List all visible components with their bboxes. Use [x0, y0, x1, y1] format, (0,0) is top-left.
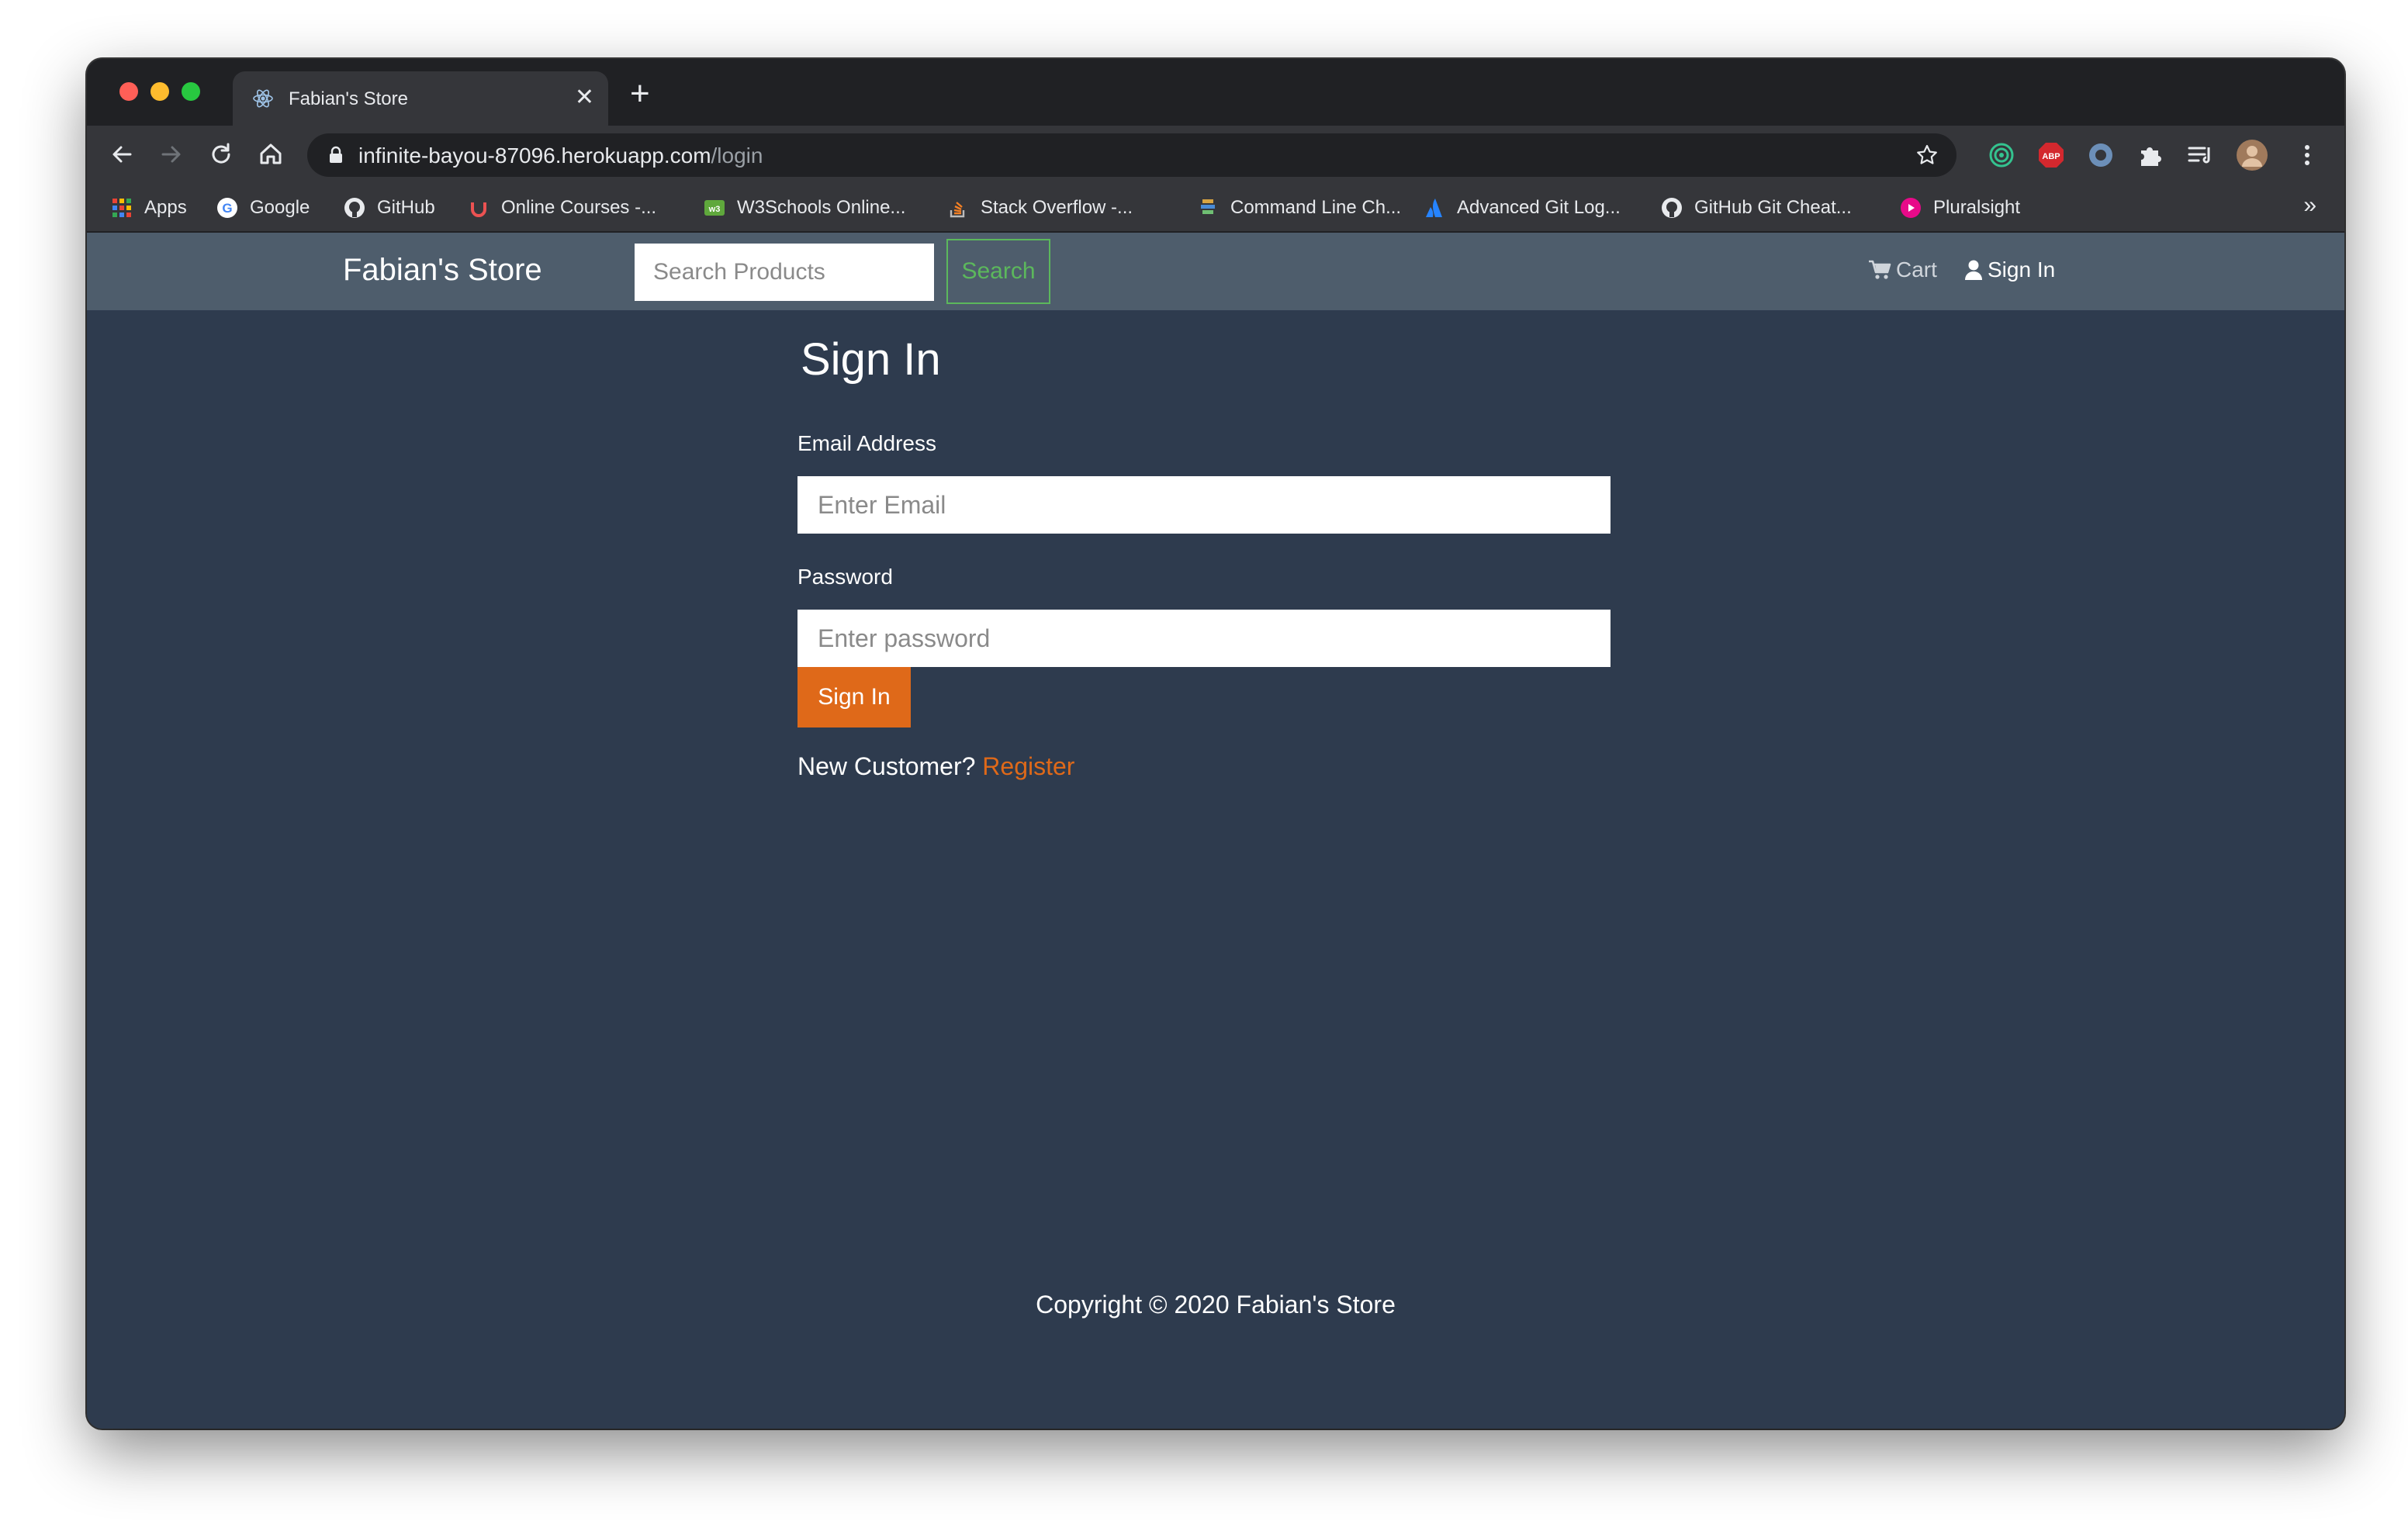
extension-circle-icon[interactable] — [2087, 141, 2115, 169]
stackoverflow-icon — [950, 202, 965, 218]
browser-toolbar: infinite-bayou-87096.herokuapp.com/login… — [87, 126, 2344, 183]
github-icon — [1662, 198, 1682, 218]
search-input[interactable] — [635, 244, 934, 301]
close-window-button[interactable] — [119, 82, 138, 101]
forward-arrow-icon[interactable] — [157, 140, 186, 169]
bookmarks-overflow-icon[interactable]: » — [2303, 192, 2316, 219]
lock-icon — [330, 146, 342, 163]
signin-label: Sign In — [1988, 257, 2056, 282]
reading-list-icon[interactable] — [2186, 141, 2214, 169]
bookmark-label: Apps — [144, 197, 187, 218]
extension-target-icon[interactable] — [1988, 141, 2015, 169]
svg-text:w3: w3 — [708, 205, 721, 214]
svg-text:G: G — [222, 201, 232, 216]
bookmark-udemy[interactable]: Online Courses -... — [467, 194, 656, 222]
bookmark-label: Online Courses -... — [501, 197, 657, 218]
email-label: Email Address — [797, 431, 936, 455]
brand-link[interactable]: Fabian's Store — [343, 253, 542, 288]
bookmark-atlassian[interactable]: Advanced Git Log... — [1423, 194, 1621, 222]
footer-copyright: Copyright © 2020 Fabian's Store — [1036, 1291, 1396, 1318]
bookmark-pluralsight[interactable]: Pluralsight — [1899, 194, 2020, 222]
bookmark-label: GitHub Git Cheat... — [1694, 197, 1852, 218]
bookmark-label: GitHub — [377, 197, 435, 218]
atlassian-icon — [1426, 199, 1442, 217]
react-icon — [253, 89, 273, 108]
adblock-plus-icon[interactable]: ABP — [2037, 141, 2065, 169]
bookmark-command-line[interactable]: Command Line Ch... — [1196, 194, 1401, 222]
new-customer-text: New Customer? — [797, 752, 976, 780]
address-bar[interactable]: infinite-bayou-87096.herokuapp.com/login — [307, 133, 1956, 177]
udemy-icon — [471, 202, 486, 217]
profile-avatar-icon[interactable] — [2236, 139, 2268, 171]
register-link[interactable]: Register — [982, 752, 1074, 780]
apps-grid-icon — [112, 199, 131, 217]
bookmark-google[interactable]: G Google — [216, 194, 310, 222]
bookmark-label: Stack Overflow -... — [981, 197, 1133, 218]
register-prompt: New Customer? Register — [797, 752, 1074, 781]
bookmark-stackoverflow[interactable]: Stack Overflow -... — [946, 194, 1133, 222]
back-arrow-icon[interactable] — [107, 140, 137, 169]
email-field[interactable] — [797, 476, 1611, 534]
command-line-icon — [1201, 199, 1215, 214]
user-icon — [1965, 260, 1982, 280]
bookmark-github-cheat[interactable]: GitHub Git Cheat... — [1660, 194, 1852, 222]
browser-window: Fabian's Store ✕ + infinite-bayou-87096.… — [87, 59, 2344, 1429]
bookmark-label: Command Line Ch... — [1230, 197, 1402, 218]
search-button[interactable]: Search — [946, 239, 1050, 304]
cart-label: Cart — [1896, 257, 1937, 282]
password-field[interactable] — [797, 610, 1611, 667]
bookmarks-bar: Apps G Google GitHub Online Courses -... — [87, 183, 2344, 233]
signin-link[interactable]: Sign In — [1964, 257, 2055, 282]
maximize-window-button[interactable] — [182, 82, 200, 101]
bookmark-label: W3Schools Online... — [737, 197, 906, 218]
browser-tab[interactable]: Fabian's Store ✕ — [233, 71, 608, 126]
pluralsight-icon — [1901, 198, 1921, 218]
w3schools-icon: w3 — [704, 200, 725, 216]
page-content: Fabian's Store Search Cart Sign In — [87, 233, 2344, 1429]
page-title: Sign In — [801, 334, 941, 385]
cart-icon — [1869, 260, 1891, 279]
url-host: infinite-bayou-87096.herokuapp.com — [358, 143, 711, 168]
bookmark-github[interactable]: GitHub — [343, 194, 435, 222]
close-tab-icon[interactable]: ✕ — [575, 84, 594, 112]
github-icon — [344, 198, 365, 218]
bookmark-apps[interactable]: Apps — [110, 194, 187, 222]
tab-strip: Fabian's Store ✕ + — [87, 59, 2344, 126]
cart-link[interactable]: Cart — [1868, 257, 1937, 282]
extensions-puzzle-icon[interactable] — [2136, 141, 2164, 169]
new-tab-icon[interactable]: + — [630, 74, 650, 113]
bookmark-w3schools[interactable]: w3 W3Schools Online... — [703, 194, 905, 222]
svg-text:ABP: ABP — [2042, 152, 2060, 161]
tab-title: Fabian's Store — [289, 88, 408, 109]
minimize-window-button[interactable] — [150, 82, 169, 101]
signin-submit-button[interactable]: Sign In — [797, 667, 911, 727]
browser-menu-icon[interactable] — [2293, 141, 2321, 169]
bookmark-label: Advanced Git Log... — [1457, 197, 1621, 218]
google-icon: G — [217, 198, 237, 218]
home-icon[interactable] — [256, 140, 285, 169]
bookmark-label: Pluralsight — [1933, 197, 2021, 218]
reload-icon[interactable] — [206, 140, 236, 169]
url-text: infinite-bayou-87096.herokuapp.com/login — [358, 143, 763, 168]
password-label: Password — [797, 565, 893, 589]
site-navbar: Fabian's Store Search Cart Sign In — [87, 233, 2344, 310]
bookmark-star-icon[interactable] — [1915, 143, 1939, 168]
url-path: /login — [711, 143, 763, 168]
bookmark-label: Google — [250, 197, 310, 218]
